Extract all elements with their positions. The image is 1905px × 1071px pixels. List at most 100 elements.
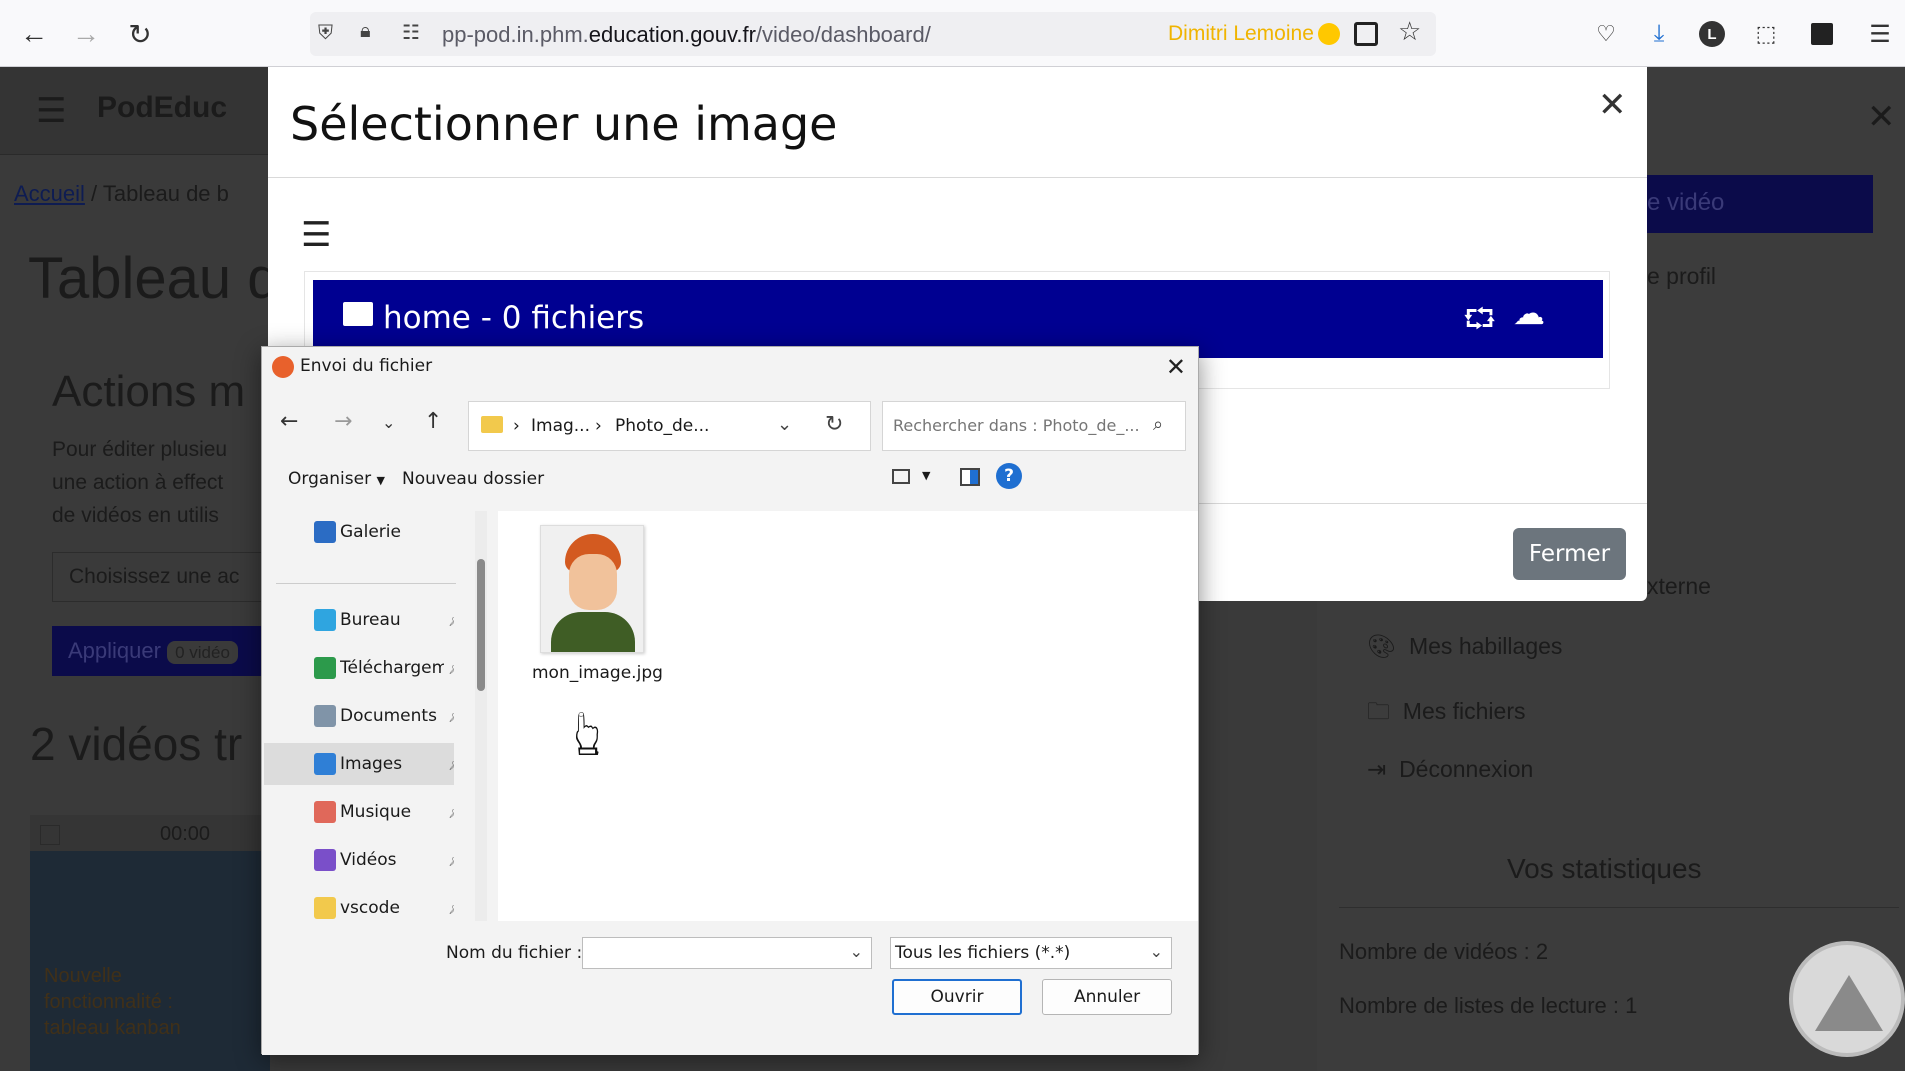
dialog-close-icon[interactable]: ✕ [1166,353,1186,381]
qr-code-icon[interactable] [1354,22,1378,46]
address-bar[interactable]: › Imag... › Photo_de... ⌄ ↻ [468,401,871,451]
video-checkbox[interactable] [40,825,60,845]
folder-icon [481,416,503,433]
thumbnail-caption-line: fonctionnalité : [44,991,173,1013]
view-dropdown-icon[interactable]: ▼ [922,469,930,482]
hamburger-icon[interactable]: ☰ [36,91,66,131]
nav-item-label: Images [340,754,403,774]
nav-item-téléchargements[interactable]: Téléchargements 📌︎ [264,647,454,689]
search-input[interactable]: Rechercher dans : Photo_de_... ⌕ [882,401,1186,451]
pin-icon[interactable]: 📌︎ [448,661,454,675]
upload-cloud-icon[interactable]: ☁ [1513,294,1545,332]
brand-logo[interactable]: PodEduc [97,91,227,125]
folder-label: home - 0 fichiers [383,300,645,336]
thumbnail-hoodie [551,612,635,652]
sidebar-item-skins[interactable]: 🎨︎ Mes habillages [1367,633,1562,660]
breadcrumb-home[interactable]: Accueil [14,181,85,206]
bureau-icon [314,609,336,631]
profile-avatar[interactable]: L [1696,18,1728,50]
new-folder-button[interactable]: Nouveau dossier [402,469,544,489]
assistant-logo-mark [1815,975,1883,1031]
filename-input[interactable]: ⌄ [582,937,872,969]
refresh-icon[interactable]: ↻ [825,412,843,437]
actions-title: Actions m [52,367,246,416]
up-arrow-icon[interactable]: ↑ [424,409,442,434]
extensions-icon[interactable]: ⬚ [1750,18,1782,50]
action-select[interactable]: Choisissez une ac [52,552,272,602]
view-mode-icon[interactable] [892,469,910,484]
dialog-titlebar: Envoi du fichier ✕ [262,347,1198,387]
modal-header: Sélectionner une image ✕ [268,67,1647,178]
browser-toolbar: ← → ↻ ⛨ 🔒︎ ☷ pp-pod.in.phm.education.gou… [0,0,1905,67]
lock-icon[interactable]: 🔒︎ [360,20,371,43]
modal-close-icon[interactable]: ✕ [1598,85,1627,125]
open-button[interactable]: Ouvrir [892,979,1022,1015]
video-duration: 00:00 [160,823,211,845]
stats-title: Vos statistiques [1507,853,1702,884]
share-icon[interactable]: ⮔ [1463,298,1496,346]
file-item[interactable]: mon_image.jpg [532,525,663,693]
nav-item-vidéos[interactable]: Vidéos 📌︎ [264,839,454,881]
video-thumbnail[interactable]: Nouvelle fonctionnalité : tableau kanban [30,851,270,1071]
nav-item-images[interactable]: Images 📌︎ [264,743,454,785]
nav-item-documents[interactable]: Documents 📌︎ [264,695,454,737]
pin-icon[interactable]: 📌︎ [448,853,454,867]
nav-scrollbar[interactable] [475,511,487,921]
url-bar[interactable]: ⛨ 🔒︎ ☷ pp-pod.in.phm.education.gouv.fr/v… [310,12,1436,56]
file-type-select[interactable]: Tous les fichiers (*.*) ⌄ [890,937,1172,969]
filename-dropdown-icon[interactable]: ⌄ [850,942,863,961]
apps-grid-icon[interactable] [1806,18,1838,50]
path-separator: › [595,416,602,436]
reload-icon[interactable]: ↻ [120,14,160,54]
url-text[interactable]: pp-pod.in.phm.education.gouv.fr/video/da… [442,22,931,48]
folder-icon [343,302,373,326]
site-settings-icon[interactable]: ☷ [402,20,420,45]
images-icon [314,753,336,775]
user-name: Dimitri Lemoine [1168,22,1314,45]
dialog-title: Envoi du fichier [300,356,433,376]
pin-icon[interactable]: 📌︎ [448,613,454,627]
dialog-footer: Nom du fichier : ⌄ Tous les fichiers (*.… [262,921,1198,1055]
forward-arrow-icon[interactable]: → [334,409,352,434]
nav-item-musique[interactable]: Musique 📌︎ [264,791,454,833]
video-card[interactable]: 00:00 Nouvelle fonctionnalité : tableau … [30,815,270,1071]
nav-item-bureau[interactable]: Bureau 📌︎ [264,599,454,641]
forward-icon[interactable]: → [66,14,106,54]
back-arrow-icon[interactable]: ← [280,409,298,434]
command-bar: Organiser ▼ Nouveau dossier ▼ ? [262,459,1198,501]
close-modal-button[interactable]: Fermer [1513,528,1626,580]
file-name: mon_image.jpg [532,663,663,683]
file-type-dropdown-icon[interactable]: ⌄ [1150,942,1163,961]
pin-icon[interactable]: 📌︎ [448,805,454,819]
pin-icon[interactable]: 📌︎ [448,709,454,723]
help-icon[interactable]: ? [996,463,1022,489]
cancel-button[interactable]: Annuler [1042,979,1172,1015]
pocket-icon[interactable]: ♡ [1590,18,1622,50]
palette-icon: 🎨︎ [1367,633,1397,659]
nav-item-vscode[interactable]: vscode 📌︎ [264,887,454,921]
recent-dropdown-icon[interactable]: ⌄ [382,413,395,432]
file-menu-icon[interactable]: ☰ [301,215,331,255]
menu-icon[interactable]: ☰ [1864,18,1896,50]
sidebar-close-icon[interactable]: ✕ [1867,97,1896,137]
scrollbar-thumb[interactable] [477,559,485,691]
sidebar-item-external[interactable]: xterne [1647,573,1711,600]
back-icon[interactable]: ← [14,14,54,54]
organize-menu[interactable]: Organiser ▼ [288,469,385,489]
path-segment[interactable]: Photo_de... [615,416,709,436]
path-dropdown-icon[interactable]: ⌄ [777,414,792,435]
assistant-logo[interactable] [1789,941,1905,1057]
caret-down-icon: ▼ [376,474,385,487]
apply-button[interactable]: Appliquer 0 vidéo [52,626,272,676]
download-icon[interactable]: ⤓ [1643,18,1675,50]
path-segment[interactable]: Imag... [531,416,590,436]
pin-icon[interactable]: 📌︎ [448,757,454,771]
sidebar-item-logout[interactable]: ⇥ Déconnexion [1367,756,1533,783]
preview-pane-icon[interactable] [960,468,980,486]
nav-item-galerie[interactable]: Galerie [264,511,454,553]
sidebar-item-profile[interactable]: e profil [1647,263,1716,290]
shield-icon[interactable]: ⛨ [318,22,333,45]
bookmark-star-icon[interactable]: ☆ [1398,16,1421,47]
sidebar-item-files[interactable]: 🗀︎ Mes fichiers [1367,695,1525,734]
pin-icon[interactable]: 📌︎ [448,901,454,915]
